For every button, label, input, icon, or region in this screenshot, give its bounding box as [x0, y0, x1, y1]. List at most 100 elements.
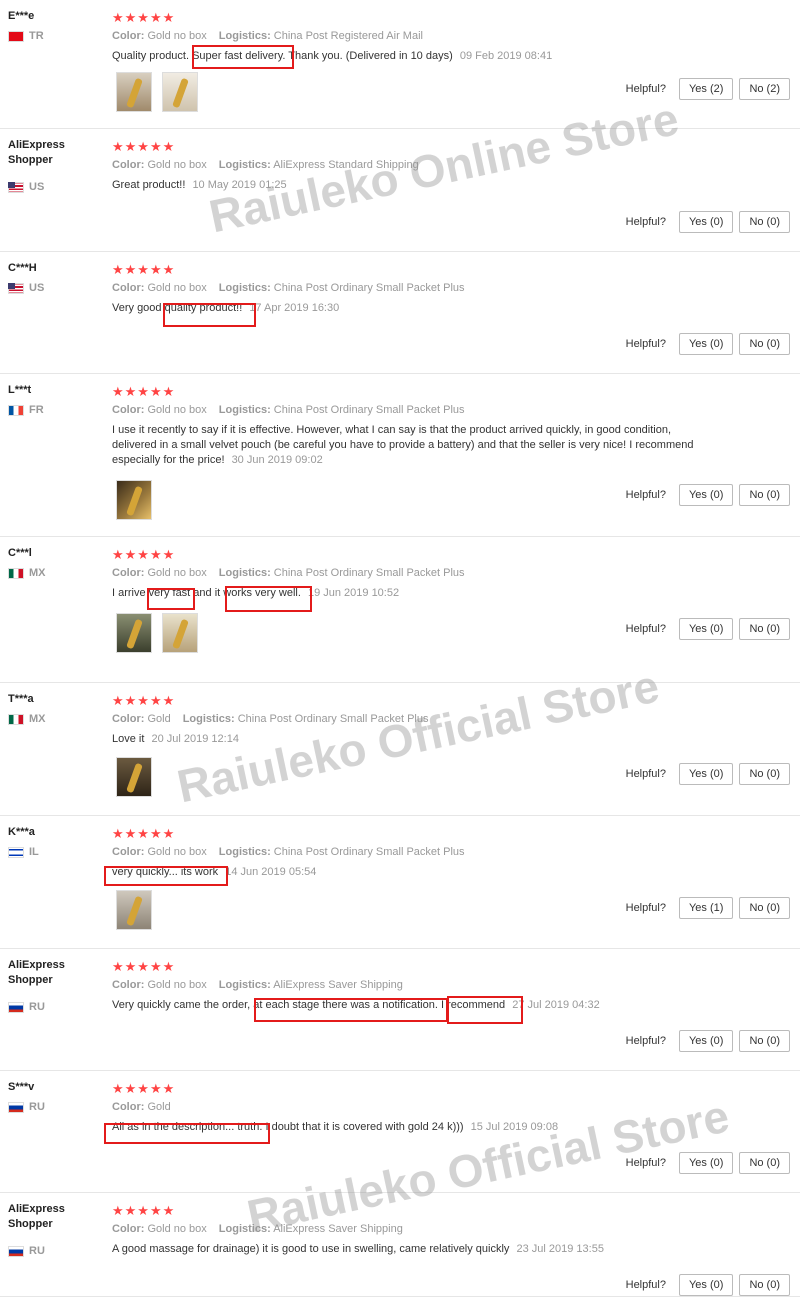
helpful-vote-row: Helpful? Yes (0) No (0) [626, 1274, 790, 1296]
helpful-label: Helpful? [625, 489, 666, 501]
helpful-label: Helpful? [625, 1157, 666, 1169]
review-meta: Color: Gold Logistics: China Post Ordinar… [112, 713, 428, 725]
review-photo-thumbnail[interactable] [116, 480, 152, 520]
color-value: Gold no box [147, 1223, 207, 1235]
color-value: Gold no box [147, 30, 207, 42]
flag-icon [8, 30, 24, 42]
helpful-yes-button[interactable]: Yes (1) [678, 897, 734, 919]
review-item: S***v RU ★★★★★ Color: Gold All as in the … [0, 1071, 800, 1193]
helpful-yes-button[interactable]: Yes (0) [678, 618, 734, 640]
country-code: MX [29, 713, 46, 725]
review-photo-thumbnail[interactable] [116, 72, 152, 112]
review-body: Quality product. Super fast delivery. Th… [112, 50, 453, 62]
review-photos [116, 757, 152, 797]
logistics-value: China Post Ordinary Small Packet Plus [273, 567, 465, 579]
review-photo-thumbnail[interactable] [162, 72, 198, 112]
helpful-yes-button[interactable]: Yes (0) [678, 1030, 734, 1052]
color-label: Color: [112, 713, 145, 725]
review-text: Love it 20 Jul 2019 12:14 [112, 732, 702, 747]
helpful-yes-button[interactable]: Yes (0) [678, 333, 734, 355]
review-meta: Color: Gold no box Logistics: China Post … [112, 30, 423, 42]
helpful-yes-button[interactable]: Yes (0) [678, 1152, 734, 1174]
helpful-vote-row: Helpful? Yes (2) No (2) [626, 78, 790, 100]
helpful-yes-button[interactable]: Yes (0) [678, 763, 734, 785]
country-code: RU [29, 1101, 45, 1113]
review-text: Very quickly came the order, at each sta… [112, 998, 702, 1013]
review-date: 09 Feb 2019 08:41 [459, 50, 553, 62]
rating-stars: ★★★★★ [112, 262, 176, 277]
logistics-value: China Post Ordinary Small Packet Plus [273, 282, 465, 294]
helpful-no-button[interactable]: No (0) [739, 1274, 790, 1296]
review-text: Great product!! 10 May 2019 01:25 [112, 178, 702, 193]
helpful-yes-button[interactable]: Yes (2) [678, 78, 734, 100]
review-photo-thumbnail[interactable] [162, 613, 198, 653]
logistics-label: Logistics: [182, 713, 235, 725]
review-item: C***H US ★★★★★ Color: Gold no box Logistic… [0, 252, 800, 374]
logistics-value: China Post Ordinary Small Packet Plus [237, 713, 429, 725]
review-text: I use it recently to say if it is effect… [112, 423, 702, 468]
review-text: Very good quality product!! 17 Apr 2019 … [112, 301, 702, 316]
review-date: 30 Jun 2019 09:02 [231, 454, 323, 466]
color-label: Color: [112, 846, 145, 858]
helpful-no-button[interactable]: No (0) [739, 897, 790, 919]
color-value: Gold no box [147, 567, 207, 579]
reviewer-country: US [8, 181, 44, 193]
country-code: MX [29, 567, 46, 579]
logistics-value: China Post Ordinary Small Packet Plus [273, 404, 465, 416]
review-meta: Color: Gold [112, 1101, 171, 1113]
helpful-vote-row: Helpful? Yes (0) No (0) [626, 1152, 790, 1174]
review-date: 23 Jul 2019 13:55 [516, 1243, 604, 1255]
color-value: Gold no box [147, 282, 207, 294]
review-date: 14 Jun 2019 05:54 [225, 866, 317, 878]
helpful-label: Helpful? [625, 338, 666, 350]
review-item: L***t FR ★★★★★ Color: Gold no box Logistic… [0, 374, 800, 537]
reviewer-name: C***l [8, 547, 32, 559]
review-photo-thumbnail[interactable] [116, 890, 152, 930]
reviewer-country: MX [8, 713, 46, 725]
reviewer-name: AliExpress Shopper [8, 959, 65, 986]
country-code: IL [29, 846, 39, 858]
helpful-yes-button[interactable]: Yes (0) [678, 211, 734, 233]
helpful-no-button[interactable]: No (0) [739, 211, 790, 233]
helpful-label: Helpful? [625, 1279, 666, 1291]
review-item: E***e TR ★★★★★ Color: Gold no box Logistic… [0, 0, 800, 129]
review-body: Great product!! [112, 179, 186, 191]
reviewer-country: FR [8, 404, 44, 416]
helpful-vote-row: Helpful? Yes (0) No (0) [626, 211, 790, 233]
review-date: 19 Jun 2019 10:52 [307, 587, 400, 599]
flag-icon [8, 282, 24, 294]
logistics-value: AliExpress Saver Shipping [273, 979, 403, 991]
reviewer-name: S***v [8, 1081, 35, 1093]
helpful-label: Helpful? [625, 83, 666, 95]
helpful-yes-button[interactable]: Yes (0) [678, 1274, 734, 1296]
helpful-no-button[interactable]: No (2) [739, 78, 790, 100]
review-body: very quickly... its work [112, 866, 219, 878]
review-photos [116, 480, 152, 520]
helpful-no-button[interactable]: No (0) [739, 484, 790, 506]
review-photo-thumbnail[interactable] [116, 613, 152, 653]
color-value: Gold no box [147, 979, 207, 991]
flag-icon [8, 181, 24, 193]
review-body: Very good quality product!! [112, 302, 243, 314]
helpful-no-button[interactable]: No (0) [739, 618, 790, 640]
review-item: AliExpress Shopper RU ★★★★★ Color: Gold n… [0, 1193, 800, 1297]
review-photo-thumbnail[interactable] [116, 757, 152, 797]
rating-stars: ★★★★★ [112, 10, 176, 25]
helpful-no-button[interactable]: No (0) [739, 333, 790, 355]
helpful-no-button[interactable]: No (0) [739, 763, 790, 785]
review-photos [116, 72, 198, 112]
color-value: Gold [147, 713, 171, 725]
helpful-vote-row: Helpful? Yes (0) No (0) [626, 484, 790, 506]
country-code: TR [29, 30, 44, 42]
rating-stars: ★★★★★ [112, 1081, 176, 1096]
reviewer-name: AliExpress Shopper [8, 1203, 65, 1230]
helpful-no-button[interactable]: No (0) [739, 1030, 790, 1052]
helpful-yes-button[interactable]: Yes (0) [678, 484, 734, 506]
review-meta: Color: Gold no box Logistics: China Post … [112, 404, 465, 416]
review-text: I arrive very fast and it works very wel… [112, 586, 702, 601]
helpful-label: Helpful? [625, 623, 666, 635]
review-meta: Color: Gold no box Logistics: AliExpress … [112, 979, 403, 991]
rating-stars: ★★★★★ [112, 384, 176, 399]
country-code: RU [29, 1245, 45, 1257]
helpful-no-button[interactable]: No (0) [739, 1152, 790, 1174]
